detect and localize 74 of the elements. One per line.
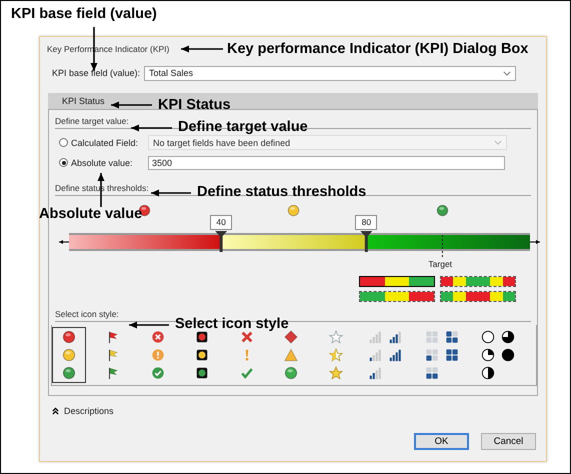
callout-label: Absolute value [39, 205, 142, 223]
threshold-value-label[interactable]: 40 [210, 215, 232, 230]
pie-icon [480, 330, 495, 344]
threshold-thumb[interactable] [360, 231, 372, 252]
callout-arrow [111, 102, 152, 108]
circle-icon [62, 348, 76, 362]
triangle-icon [284, 348, 298, 362]
pie-icon [500, 348, 515, 362]
grid-squares-icon [444, 330, 458, 344]
signal-bars-icon [388, 348, 402, 362]
descriptions-toggle[interactable]: Descriptions [52, 406, 114, 416]
pie-icon [480, 348, 495, 362]
base-field-dropdown[interactable]: Total Sales [144, 66, 516, 80]
x-mark-icon [240, 330, 254, 344]
absolute-value-field[interactable]: 3500 [148, 156, 505, 170]
target-line [442, 234, 443, 258]
callout-label: Define status thresholds [197, 183, 366, 201]
cancel-button[interactable]: Cancel [481, 433, 536, 450]
band-style-swatch[interactable] [359, 291, 435, 302]
chevron-down-icon [494, 140, 502, 145]
x-circle-icon [150, 330, 165, 344]
callout-label: KPI Status [158, 96, 231, 114]
ok-button[interactable]: OK [414, 433, 469, 450]
signal-bars-icon [368, 348, 382, 362]
radio-button[interactable] [59, 158, 68, 167]
signal-bars-icon [388, 330, 402, 344]
grid-squares-icon [424, 348, 438, 362]
diamond-icon [284, 330, 298, 344]
callout-label: KPI base field (value) [11, 5, 157, 23]
callout-label: Define target value [178, 118, 308, 136]
traffic-light-icon [195, 330, 210, 344]
star-icon [328, 330, 343, 344]
threshold-value-label[interactable]: 80 [355, 215, 378, 230]
star-icon [328, 366, 343, 380]
exclamation-circle-icon [150, 348, 165, 362]
circle-icon [62, 366, 76, 380]
callout-label: Select icon style [175, 315, 289, 333]
status-circle-icon [286, 204, 300, 217]
pie-icon [480, 366, 495, 380]
chevron-down-icon [503, 70, 511, 76]
double-chevron-up-icon [52, 407, 59, 415]
circle-icon [284, 366, 298, 380]
traffic-light-icon [195, 348, 210, 362]
traffic-light-icon [195, 366, 210, 380]
signal-bars-icon [368, 330, 382, 344]
field-label: KPI base field (value): [52, 68, 142, 78]
section-heading: Define target value: [55, 115, 129, 127]
callout-arrow [129, 322, 169, 328]
half-star-icon [328, 348, 343, 362]
callout-arrow [151, 190, 191, 196]
band-style-swatch[interactable] [440, 276, 516, 287]
grid-squares-icon [424, 330, 438, 344]
band-style-swatch[interactable] [440, 291, 516, 302]
flag-icon [106, 366, 120, 380]
check-circle-icon [150, 366, 165, 380]
grid-squares-icon [424, 366, 438, 380]
target-label: Target [428, 259, 452, 269]
band-style-swatch[interactable] [359, 276, 435, 287]
pie-icon [500, 330, 515, 344]
status-circle-icon [436, 204, 450, 217]
check-mark-icon [240, 366, 254, 380]
flag-icon [106, 330, 120, 344]
option-label: Calculated Field: [70, 138, 140, 148]
flag-icon [106, 348, 120, 362]
callout-arrow [131, 124, 172, 132]
icon-set-option[interactable] [52, 327, 86, 383]
callout-arrow [181, 46, 223, 52]
option-label: Absolute value: [70, 158, 134, 168]
grid-squares-icon [444, 348, 458, 362]
threshold-thumb[interactable] [215, 231, 228, 252]
signal-bars-icon [368, 366, 382, 380]
callout-label: Key performance Indicator (KPI) Dialog Box [227, 40, 528, 58]
section-heading: Select icon style: [55, 308, 119, 320]
circle-icon [62, 330, 76, 344]
